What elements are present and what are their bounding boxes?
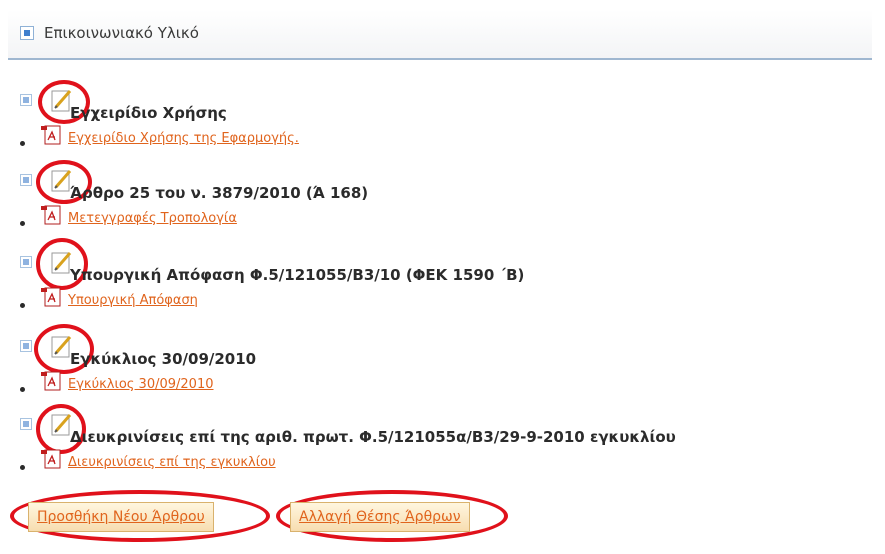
pdf-link[interactable]: Διευκρινίσεις επί της εγκυκλίου [68, 455, 276, 470]
square-bullet-icon[interactable] [20, 174, 32, 186]
pdf-file-icon [41, 205, 61, 225]
article-title: Εγχειρίδιο Χρήσης [70, 104, 227, 122]
article-title: Εγκύκλιος 30/09/2010 [70, 350, 257, 368]
panel-header: Επικοινωνιακό Υλικό [8, 10, 872, 60]
list-bullet [20, 387, 25, 392]
pdf-file-icon [41, 449, 61, 469]
article-item: Εγκύκλιος 30/09/2010 Εγκύκλιος 30/09/201… [8, 324, 872, 412]
pdf-link[interactable]: Εγχειρίδιο Χρήσης της Εφαρμογής. [68, 131, 299, 146]
list-bullet [20, 465, 25, 470]
square-bullet-icon[interactable] [20, 418, 32, 430]
list-bullet [20, 303, 25, 308]
pdf-file-icon [41, 371, 61, 391]
article-title: Άρθρο 25 του ν. 3879/2010 (Ά 168) [70, 184, 369, 202]
list-bullet [20, 221, 25, 226]
square-bullet-icon[interactable] [20, 94, 32, 106]
article-title: Διευκρινίσεις επί της αριθ. πρωτ. Φ.5/12… [70, 428, 676, 446]
square-bullet-icon[interactable] [20, 256, 32, 268]
article-item: Διευκρινίσεις επί της αριθ. πρωτ. Φ.5/12… [8, 404, 872, 490]
panel-title: Επικοινωνιακό Υλικό [44, 24, 199, 42]
add-article-button[interactable]: Προσθήκη Νέου Άρθρου [28, 502, 214, 532]
pdf-link[interactable]: Υπουργική Απόφαση [68, 293, 198, 308]
article-item: Εγχειρίδιο Χρήσης Εγχειρίδιο Χρήσης της … [8, 80, 872, 166]
square-bullet-icon[interactable] [20, 340, 32, 352]
article-title: Υπουργική Απόφαση Φ.5/121055/Β3/10 (ΦΕΚ … [70, 266, 525, 284]
square-bullet-icon[interactable] [20, 26, 34, 40]
article-item: Υπουργική Απόφαση Φ.5/121055/Β3/10 (ΦΕΚ … [8, 238, 872, 328]
list-bullet [20, 141, 25, 146]
pdf-file-icon [41, 125, 61, 145]
pdf-file-icon [41, 287, 61, 307]
pdf-link[interactable]: Μετεγγραφές Τροπολογία [68, 211, 237, 226]
pdf-link[interactable]: Εγκύκλιος 30/09/2010 [68, 377, 214, 392]
content-panel: Επικοινωνιακό Υλικό Εγχειρίδιο Χρήσης Εγ… [8, 10, 872, 548]
reorder-articles-button[interactable]: Αλλαγή Θέσης Άρθρων [290, 502, 470, 532]
article-item: Άρθρο 25 του ν. 3879/2010 (Ά 168) Μετεγγ… [8, 160, 872, 246]
